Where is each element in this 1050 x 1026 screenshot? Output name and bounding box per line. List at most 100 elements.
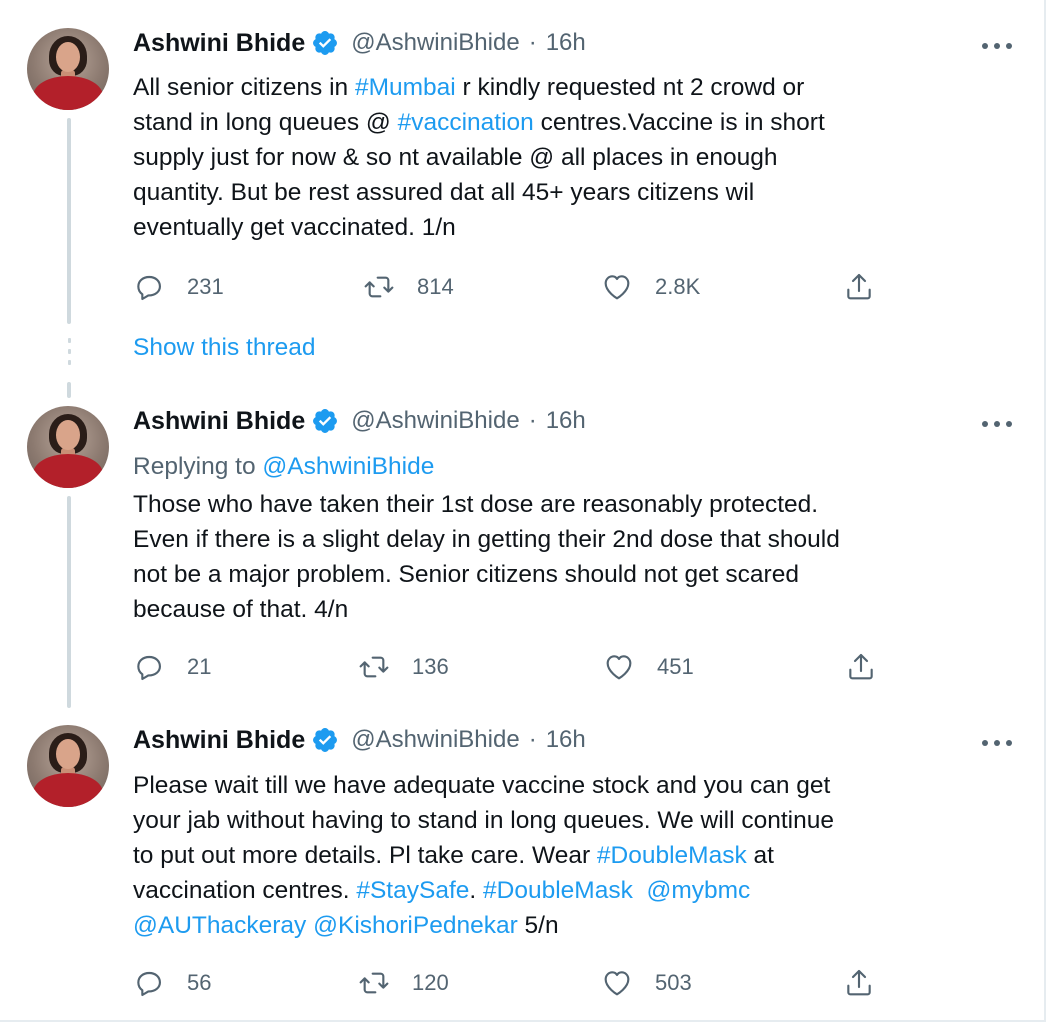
show-thread-link[interactable]: Show this thread bbox=[133, 334, 316, 362]
retweet-button[interactable]: 136 bbox=[358, 650, 449, 684]
tweet-text-segment: quantity. But be rest assured dat all 45… bbox=[133, 179, 755, 206]
tweet-text-line: @AUThackeray @KishoriPednekar 5/n bbox=[133, 908, 1013, 943]
retweet-icon bbox=[359, 656, 389, 678]
heart-icon bbox=[606, 655, 632, 680]
heart-icon bbox=[604, 971, 630, 996]
hashtag-link[interactable]: #Mumbai bbox=[355, 74, 456, 101]
tweet-text-segment: not be a major problem. Senior citizens … bbox=[133, 561, 799, 588]
tweet-text-segment: eventually get vaccinated. 1/n bbox=[133, 214, 456, 241]
tweet-text: All senior citizens in #Mumbai r kindly … bbox=[133, 70, 1013, 245]
reply-icon bbox=[137, 971, 161, 997]
timestamp[interactable]: 16h bbox=[546, 29, 586, 57]
timestamp[interactable]: 16h bbox=[546, 726, 586, 754]
retweet-count: 136 bbox=[412, 654, 449, 679]
thread-gap-dots bbox=[68, 338, 71, 371]
tweet-text-segment: Those who have taken their 1st dose are … bbox=[133, 491, 819, 518]
reply-count: 231 bbox=[187, 274, 224, 299]
like-button[interactable]: 503 bbox=[601, 966, 692, 1000]
tweet-text-segment: stand in long queues @ bbox=[133, 109, 398, 136]
tweet-text-segment: Even if there is a slight delay in getti… bbox=[133, 526, 840, 553]
retweet-icon bbox=[359, 972, 389, 994]
thread-connector bbox=[67, 382, 71, 398]
tweet-actions: 21 136 451 bbox=[133, 650, 893, 684]
tweet-text-segment: supply just for now & so nt available @ … bbox=[133, 144, 778, 171]
tweet-text-line: Please wait till we have adequate vaccin… bbox=[133, 768, 1013, 803]
tweet-text-line: eventually get vaccinated. 1/n bbox=[133, 210, 1013, 245]
tweet-text-line: Those who have taken their 1st dose are … bbox=[133, 487, 1013, 522]
tweet-text-line: your jab without having to stand in long… bbox=[133, 803, 1013, 838]
like-count: 503 bbox=[655, 970, 692, 995]
timestamp[interactable]: 16h bbox=[546, 407, 586, 435]
verified-badge-icon bbox=[313, 31, 338, 55]
reply-icon bbox=[137, 655, 161, 681]
hashtag-link[interactable]: #vaccination bbox=[398, 109, 534, 136]
tweet-text-line: stand in long queues @ #vaccination cent… bbox=[133, 105, 1013, 140]
avatar[interactable] bbox=[27, 406, 109, 488]
author-handle[interactable]: @AshwiniBhide bbox=[351, 29, 519, 57]
more-options-icon[interactable] bbox=[982, 419, 1012, 429]
replying-to-label: Replying to bbox=[133, 453, 263, 480]
author-name[interactable]: Ashwini Bhide bbox=[133, 407, 305, 436]
separator: · bbox=[528, 407, 537, 434]
tweet-text-segment: All senior citizens in bbox=[133, 74, 355, 101]
hashtag-link[interactable]: #DoubleMask bbox=[483, 877, 633, 904]
tweet-text-segment: at bbox=[746, 842, 774, 869]
tweet-text-line: vaccination centres. #StaySafe. #DoubleM… bbox=[133, 873, 1013, 908]
tweet-text-segment: centres.Vaccine is in short bbox=[533, 109, 825, 136]
retweet-icon bbox=[364, 276, 394, 298]
tweet-text-line: quantity. But be rest assured dat all 45… bbox=[133, 175, 1013, 210]
tweet-header: Ashwini Bhide @AshwiniBhide · 16h bbox=[133, 406, 586, 436]
avatar[interactable] bbox=[27, 28, 109, 110]
author-handle[interactable]: @AshwiniBhide bbox=[351, 407, 519, 435]
tweet-actions: 231 814 2.8K bbox=[133, 270, 893, 304]
replying-to-handle[interactable]: @AshwiniBhide bbox=[262, 453, 434, 480]
mention-link[interactable]: @AUThackeray bbox=[133, 912, 306, 939]
reply-count: 21 bbox=[187, 654, 212, 679]
tweet-text-segment: Please wait till we have adequate vaccin… bbox=[133, 772, 831, 799]
separator: · bbox=[528, 29, 537, 56]
author-name[interactable]: Ashwini Bhide bbox=[133, 29, 305, 58]
reply-button[interactable]: 56 bbox=[133, 966, 211, 1000]
avatar[interactable] bbox=[27, 725, 109, 807]
reply-button[interactable]: 231 bbox=[133, 270, 224, 304]
like-count: 451 bbox=[657, 654, 694, 679]
hashtag-link[interactable]: #StaySafe bbox=[356, 877, 469, 904]
thread-connector bbox=[67, 496, 71, 708]
tweet-text-segment bbox=[633, 877, 647, 904]
share-button[interactable] bbox=[845, 650, 877, 684]
more-options-icon[interactable] bbox=[982, 41, 1012, 51]
tweet-text-line: All senior citizens in #Mumbai r kindly … bbox=[133, 70, 1013, 105]
tweet-text-segment: your jab without having to stand in long… bbox=[133, 807, 834, 834]
author-name[interactable]: Ashwini Bhide bbox=[133, 726, 305, 755]
tweet-text: Please wait till we have adequate vaccin… bbox=[133, 768, 1013, 943]
tweet-text-line: not be a major problem. Senior citizens … bbox=[133, 557, 1013, 592]
tweet-text-line: to put out more details. Pl take care. W… bbox=[133, 838, 1013, 873]
share-icon bbox=[849, 653, 873, 680]
tweet-text-segment: r kindly requested nt 2 crowd or bbox=[455, 74, 805, 101]
more-options-icon[interactable] bbox=[982, 738, 1012, 748]
tweet-text-segment: vaccination centres. bbox=[133, 877, 357, 904]
like-count: 2.8K bbox=[655, 274, 701, 299]
tweet-text-segment: because of that. 4/n bbox=[133, 596, 349, 623]
tweet-text-segment: to put out more details. Pl take care. W… bbox=[133, 842, 597, 869]
retweet-button[interactable]: 120 bbox=[358, 966, 449, 1000]
share-button[interactable] bbox=[843, 966, 875, 1000]
tweet-text-line: Even if there is a slight delay in getti… bbox=[133, 522, 1013, 557]
like-button[interactable]: 451 bbox=[603, 650, 694, 684]
separator: · bbox=[528, 726, 537, 753]
share-button[interactable] bbox=[843, 270, 875, 304]
author-handle[interactable]: @AshwiniBhide bbox=[351, 726, 519, 754]
mention-link[interactable]: @mybmc bbox=[646, 877, 750, 904]
reply-button[interactable]: 21 bbox=[133, 650, 211, 684]
tweet[interactable]: Ashwini Bhide @AshwiniBhide · 16h All se… bbox=[0, 0, 1046, 330]
reply-count: 56 bbox=[187, 970, 212, 995]
tweet-text: Those who have taken their 1st dose are … bbox=[133, 487, 1013, 627]
like-button[interactable]: 2.8K bbox=[601, 270, 700, 304]
tweet-text-segment: 5/n bbox=[517, 912, 559, 939]
tweet-header: Ashwini Bhide @AshwiniBhide · 16h bbox=[133, 725, 586, 755]
mention-link[interactable]: @KishoriPednekar bbox=[313, 912, 518, 939]
reply-icon bbox=[137, 275, 161, 301]
tweet-text-segment: . bbox=[469, 877, 484, 904]
hashtag-link[interactable]: #DoubleMask bbox=[597, 842, 747, 869]
retweet-button[interactable]: 814 bbox=[363, 270, 454, 304]
